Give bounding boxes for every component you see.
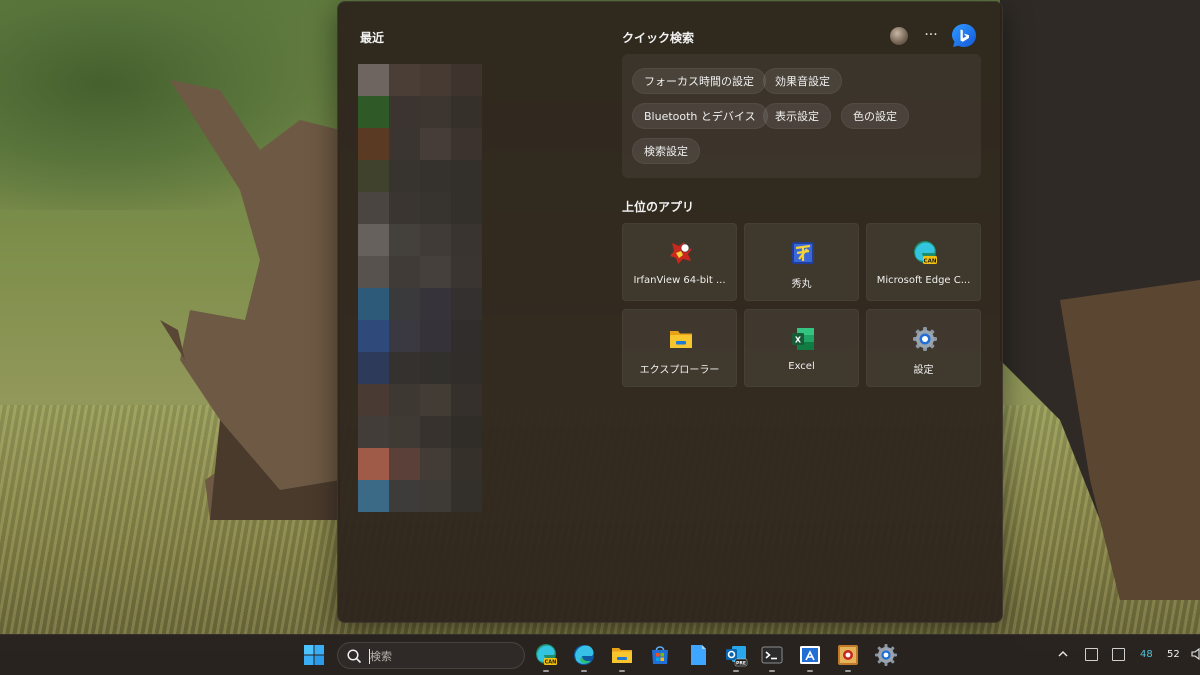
- chip-search-settings[interactable]: 検索設定: [632, 138, 700, 164]
- bing-chat-icon[interactable]: [950, 22, 978, 50]
- quick-search-heading: クイック検索: [622, 31, 695, 45]
- app-label: エクスプローラー: [639, 365, 720, 376]
- app-tile-hidemaru[interactable]: 秀丸: [744, 223, 859, 301]
- quick-search-panel: フォーカス時間の設定 効果音設定 Bluetooth とデバイス 表示設定 色の…: [622, 54, 981, 178]
- svg-text:CAN: CAN: [924, 258, 937, 264]
- taskbar-search-box[interactable]: [337, 642, 525, 669]
- edge-canary-icon: CAN: [914, 241, 937, 264]
- svg-text:PRE: PRE: [736, 660, 746, 666]
- hidemaru-icon: [792, 242, 814, 264]
- search-flyout: 最近 クイック検索 ··· フォーカス時間の設定 効果音設定 Bluetooth…: [337, 1, 1003, 623]
- settings-icon[interactable]: [874, 643, 898, 667]
- running-indicator: [845, 670, 851, 672]
- taskbar-search-input[interactable]: [370, 646, 520, 666]
- start-windows-icon[interactable]: [303, 644, 325, 666]
- svg-text:X: X: [795, 336, 802, 345]
- running-indicator: [733, 670, 739, 672]
- app-label: IrfanView 64-bit ...: [633, 275, 726, 286]
- running-indicator: [769, 670, 775, 672]
- outlook-icon[interactable]: PRE: [724, 643, 748, 667]
- chip-bluetooth-devices[interactable]: Bluetooth とデバイス: [632, 103, 768, 129]
- running-indicator: [581, 670, 587, 672]
- notepad-icon[interactable]: [686, 643, 710, 667]
- app-label: Microsoft Edge C...: [876, 275, 971, 286]
- irfanview-icon: [670, 242, 692, 264]
- search-icon: [347, 649, 362, 664]
- edge-icon[interactable]: [572, 643, 596, 667]
- chip-sound-settings[interactable]: 効果音設定: [763, 68, 842, 94]
- irfanview-icon[interactable]: [836, 643, 860, 667]
- store-icon[interactable]: [648, 643, 672, 667]
- app-label: Excel: [788, 361, 815, 372]
- edge-canary-icon[interactable]: CAN: [534, 643, 558, 667]
- user-avatar[interactable]: [890, 27, 908, 45]
- snipping-tool-icon[interactable]: [798, 643, 822, 667]
- chip-color-settings[interactable]: 色の設定: [841, 103, 909, 129]
- taskbar: CAN PRE: [0, 634, 1200, 675]
- more-options-button[interactable]: ···: [921, 23, 941, 47]
- recent-heading: 最近: [360, 31, 385, 45]
- wallpaper-rhino-right: [1000, 0, 1200, 600]
- top-apps-heading: 上位のアプリ: [622, 200, 695, 214]
- running-indicator: [619, 670, 625, 672]
- app-label: 設定: [913, 365, 934, 376]
- svg-text:CAN: CAN: [545, 660, 557, 666]
- file-explorer-icon: [670, 331, 692, 348]
- tray-number-a[interactable]: 48: [1140, 649, 1153, 660]
- chip-focus-settings[interactable]: フォーカス時間の設定: [632, 68, 766, 94]
- app-tile-edge-canary[interactable]: CAN Microsoft Edge C...: [866, 223, 981, 301]
- file-explorer-icon[interactable]: [610, 643, 634, 667]
- settings-icon: [913, 327, 937, 351]
- app-label: 秀丸: [791, 279, 812, 290]
- app-tile-excel[interactable]: X Excel: [744, 309, 859, 387]
- app-tile-settings[interactable]: 設定: [866, 309, 981, 387]
- tray-app-icon[interactable]: [1085, 648, 1098, 661]
- app-tile-irfanview[interactable]: IrfanView 64-bit ...: [622, 223, 737, 301]
- terminal-icon[interactable]: [760, 643, 784, 667]
- chip-display-settings[interactable]: 表示設定: [763, 103, 831, 129]
- volume-icon[interactable]: [1191, 647, 1200, 661]
- show-hidden-icons-chevron-icon[interactable]: [1056, 647, 1070, 661]
- app-tile-file-explorer[interactable]: エクスプローラー: [622, 309, 737, 387]
- running-indicator: [543, 670, 549, 672]
- excel-icon: X: [792, 328, 814, 350]
- recent-list-blurred: [358, 64, 482, 512]
- tray-app-icon[interactable]: [1112, 648, 1125, 661]
- tray-number-b[interactable]: 52: [1167, 649, 1180, 660]
- running-indicator: [807, 670, 813, 672]
